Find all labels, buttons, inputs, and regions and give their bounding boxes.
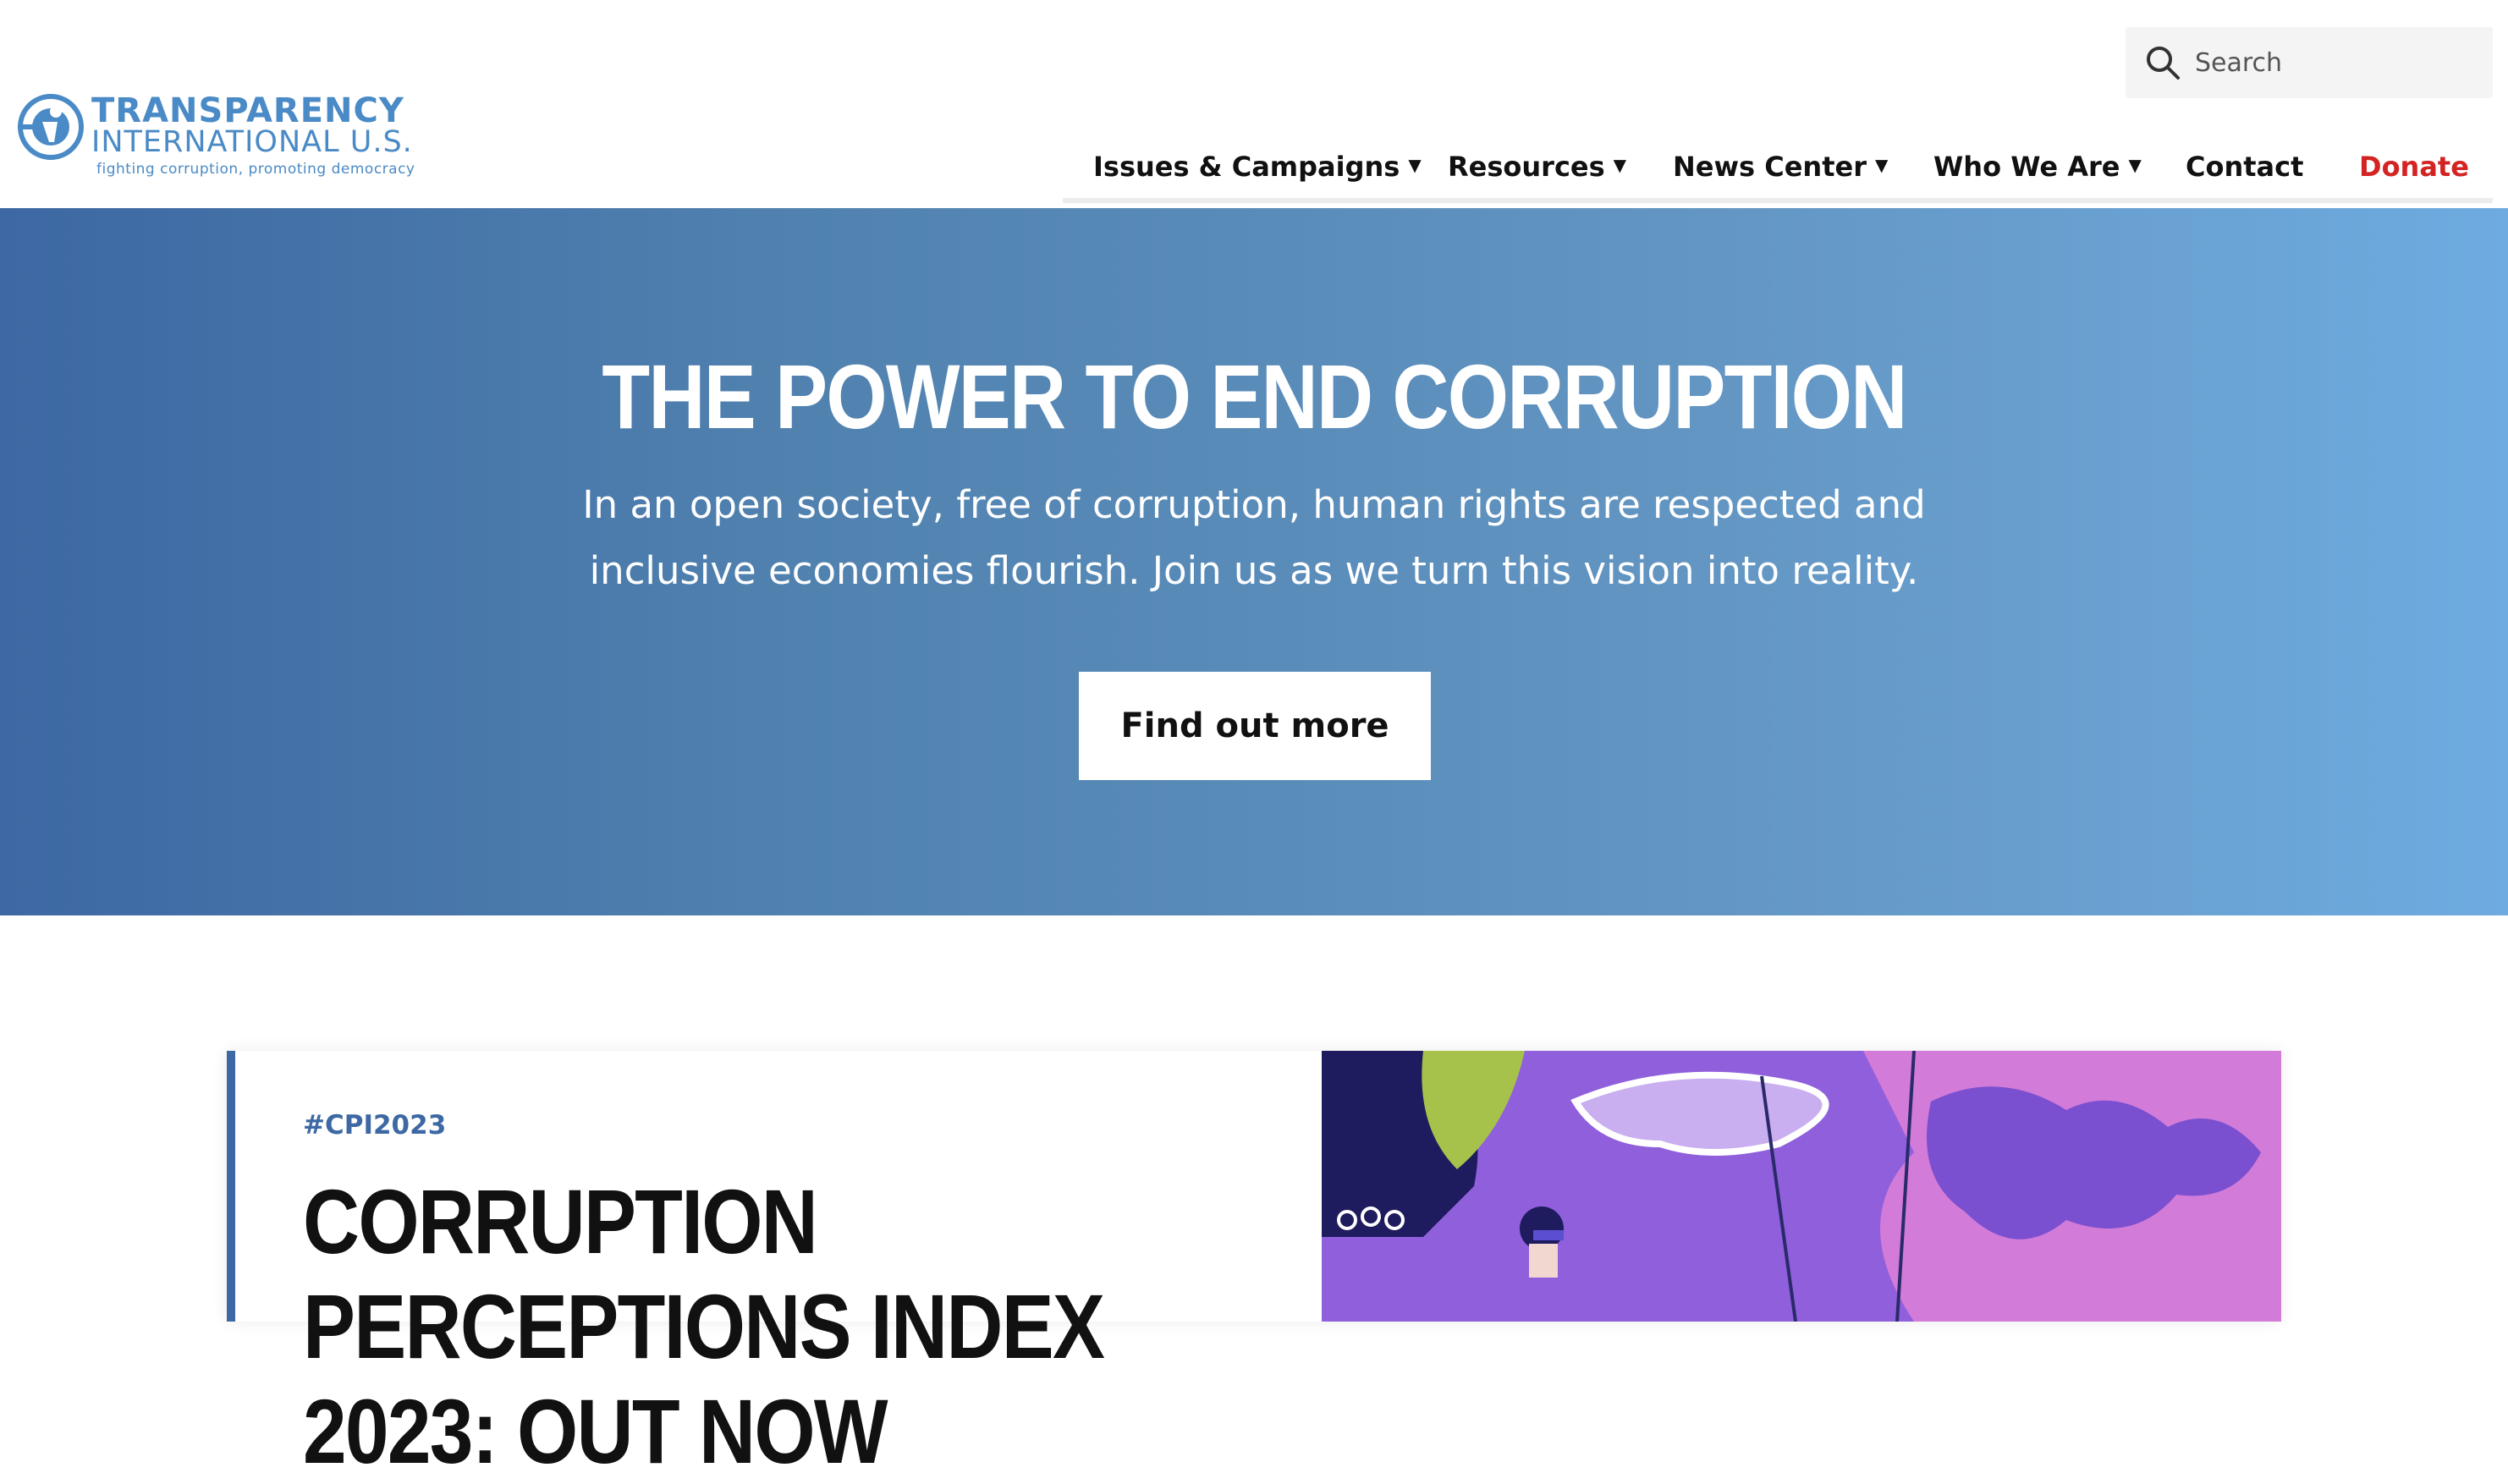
- nav-item-label: Issues & Campaigns: [1093, 151, 1400, 183]
- card-title[interactable]: CORRUPTION PERCEPTIONS INDEX 2023: OUT N…: [303, 1169, 1176, 1484]
- find-out-more-button[interactable]: Find out more: [1079, 672, 1431, 780]
- illustration-graphic: [1322, 1051, 2281, 1322]
- caret-down-icon: ▼: [1408, 155, 1422, 175]
- logo-icon: [18, 94, 84, 160]
- caret-down-icon: ▼: [1874, 155, 1889, 175]
- search-input[interactable]: [2195, 44, 2483, 81]
- site-header: TRANSPARENCY INTERNATIONAL U.S. fighting…: [0, 0, 2508, 208]
- caret-down-icon: ▼: [1613, 155, 1627, 175]
- hero-banner: THE POWER TO END CORRUPTION In an open s…: [0, 208, 2508, 915]
- nav-item-donate[interactable]: Donate: [2359, 146, 2469, 188]
- logo-line2: INTERNATIONAL U.S.: [91, 125, 413, 159]
- logo-tagline: fighting corruption, promoting democracy: [96, 161, 415, 178]
- nav-item-resources[interactable]: Resources ▼: [1448, 146, 1626, 188]
- nav-item-label: News Center: [1673, 151, 1867, 183]
- card-accent-bar: [227, 1051, 235, 1322]
- nav-item-label: Contact: [2186, 151, 2304, 183]
- nav-item-label: Resources: [1448, 151, 1605, 183]
- feature-card[interactable]: #CPI2023 CORRUPTION PERCEPTIONS INDEX 20…: [227, 1051, 2281, 1482]
- search-icon[interactable]: [2142, 42, 2183, 83]
- nav-item-who-we-are[interactable]: Who We Are ▼: [1933, 146, 2142, 188]
- nav-item-issues-campaigns[interactable]: Issues & Campaigns ▼: [1093, 146, 1422, 188]
- nav-item-news-center[interactable]: News Center ▼: [1673, 146, 1888, 188]
- main-nav: Issues & Campaigns ▼ Resources ▼ News Ce…: [1063, 135, 2493, 203]
- caret-down-icon: ▼: [2128, 155, 2142, 175]
- nav-item-label: Who We Are: [1933, 151, 2120, 183]
- card-tag[interactable]: #CPI2023: [303, 1110, 446, 1140]
- search-box[interactable]: [2126, 27, 2493, 98]
- nav-item-contact[interactable]: Contact: [2186, 146, 2303, 188]
- site-logo[interactable]: TRANSPARENCY INTERNATIONAL U.S. fighting…: [17, 88, 415, 181]
- feature-illustration[interactable]: [1322, 1051, 2281, 1322]
- nav-item-label: Donate: [2359, 151, 2469, 183]
- hero-title: THE POWER TO END CORRUPTION: [602, 345, 1907, 448]
- hero-text: In an open society, free of corruption, …: [582, 482, 1926, 593]
